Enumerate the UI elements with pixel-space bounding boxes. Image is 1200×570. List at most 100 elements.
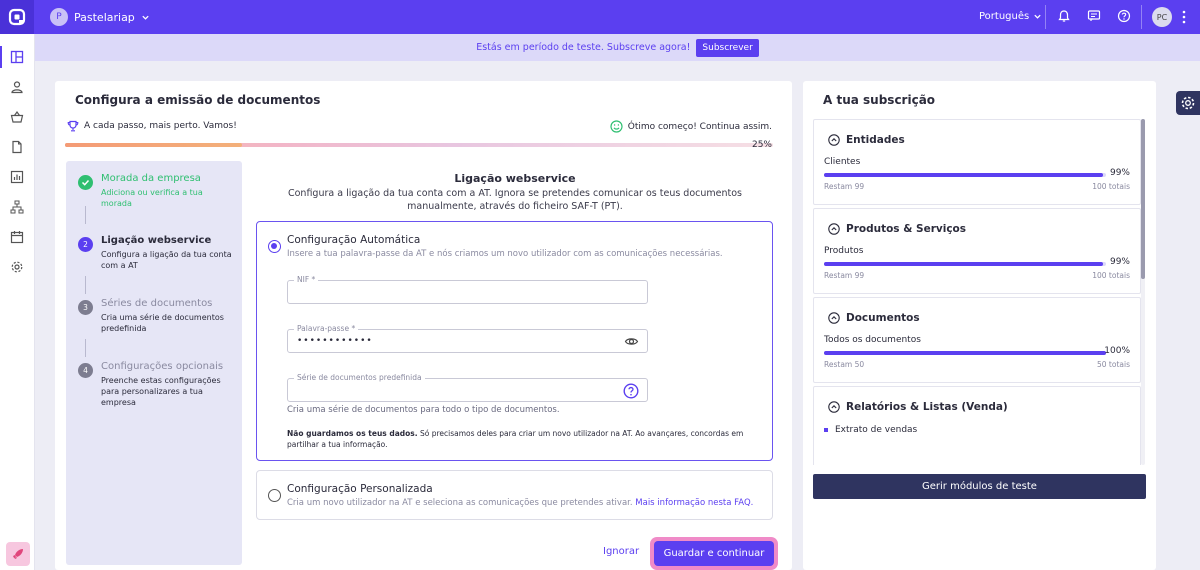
app-logo[interactable] bbox=[0, 0, 34, 34]
chart-icon[interactable] bbox=[10, 170, 24, 184]
chevron-up-circle-icon bbox=[828, 134, 840, 146]
chevron-down-icon bbox=[142, 15, 149, 20]
option-automatic[interactable]: Configuração Automática Insere a tua pal… bbox=[256, 221, 773, 461]
bell-icon[interactable] bbox=[1057, 9, 1073, 25]
step-title: Séries de documentos bbox=[101, 298, 213, 309]
subscription-title: A tua subscrição bbox=[823, 93, 936, 107]
total-text: 50 totais bbox=[1097, 360, 1130, 369]
bullet bbox=[824, 428, 828, 432]
option-title: Configuração Automática bbox=[287, 234, 421, 246]
ignore-button[interactable]: Ignorar bbox=[603, 546, 639, 557]
trial-text: Estás em período de teste. Subscreve ago… bbox=[476, 42, 691, 53]
top-bar: P Pastelariap Português PC bbox=[0, 0, 1200, 34]
section-description: Configura a ligação da tua conta com a A… bbox=[287, 188, 742, 212]
nif-label: NIF * bbox=[294, 275, 319, 284]
usage-bar-fill bbox=[824, 351, 1106, 355]
network-icon[interactable] bbox=[10, 200, 24, 214]
save-button-focus-ring: Guardar e continuar bbox=[650, 537, 778, 570]
usage-percent: 99% bbox=[1109, 168, 1130, 178]
nif-field[interactable]: NIF * bbox=[287, 275, 648, 304]
language-selector[interactable]: Português bbox=[979, 11, 1042, 22]
document-icon[interactable] bbox=[10, 140, 24, 154]
help-icon[interactable] bbox=[1117, 9, 1133, 25]
setup-card: Configura a emissão de documentos A cada… bbox=[55, 81, 792, 570]
radio-automatic[interactable] bbox=[268, 240, 281, 253]
more-menu-icon[interactable] bbox=[1181, 9, 1187, 25]
save-continue-button[interactable]: Guardar e continuar bbox=[654, 541, 774, 566]
step-desc: Configura a ligação da tua conta com a A… bbox=[101, 250, 232, 270]
progress-bar-fill bbox=[65, 143, 242, 147]
subscription-list[interactable]: Entidades Clientes 99% Restam 99 100 tot… bbox=[813, 119, 1143, 465]
chevron-up-circle-icon bbox=[828, 401, 840, 413]
step-title: Morada da empresa bbox=[101, 173, 201, 184]
calendar-icon[interactable] bbox=[10, 230, 24, 244]
step-connector bbox=[85, 276, 86, 294]
subscription-card: A tua subscrição Entidades Clientes 99% … bbox=[803, 81, 1156, 570]
item-header[interactable]: Entidades bbox=[828, 134, 905, 146]
progress-message-left: A cada passo, mais perto. Vamos! bbox=[67, 120, 237, 132]
company-name: Pastelariap bbox=[74, 10, 135, 24]
item-header[interactable]: Produtos & Serviços bbox=[828, 223, 966, 235]
total-text: 100 totais bbox=[1092, 182, 1130, 191]
step-desc: Cria uma série de documentos predefinida bbox=[101, 313, 224, 333]
manage-trial-modules-button[interactable]: Gerir módulos de teste bbox=[813, 474, 1146, 499]
radio-custom[interactable] bbox=[268, 489, 281, 502]
step-number: 2 bbox=[78, 237, 93, 252]
basket-icon[interactable] bbox=[10, 110, 24, 124]
list-item-text: Extrato de vendas bbox=[835, 425, 918, 435]
privacy-bold: Não guardamos os teus dados. bbox=[287, 429, 418, 438]
item-label: Clientes bbox=[824, 157, 861, 167]
scrollbar-thumb[interactable] bbox=[1141, 119, 1145, 279]
faq-link[interactable]: Mais informação nesta FAQ. bbox=[635, 498, 753, 508]
scrollbar[interactable] bbox=[1141, 119, 1145, 465]
usage-bar-fill bbox=[824, 173, 1104, 177]
remaining-text: Restam 50 bbox=[824, 360, 865, 369]
password-value: •••••••••••• bbox=[297, 336, 373, 346]
series-help-text: Cria uma série de documentos para todo o… bbox=[287, 405, 560, 415]
user-icon[interactable] bbox=[10, 80, 24, 94]
item-title: Relatórios & Listas (Venda) bbox=[846, 401, 1008, 413]
user-avatar[interactable]: PC bbox=[1152, 7, 1172, 27]
divider bbox=[1141, 5, 1142, 29]
subscribe-button[interactable]: Subscrever bbox=[696, 38, 759, 57]
chat-icon[interactable] bbox=[1087, 9, 1103, 25]
password-field[interactable]: Palavra-passe * •••••••••••• bbox=[287, 324, 648, 353]
setup-steps: Morada da empresa Adiciona ou verifica a… bbox=[66, 161, 242, 565]
step-number: 4 bbox=[78, 363, 93, 378]
option-desc-text: Cria um novo utilizador na AT e selecion… bbox=[287, 498, 636, 508]
item-header[interactable]: Relatórios & Listas (Venda) bbox=[828, 401, 1008, 413]
remaining-text: Restam 99 bbox=[824, 182, 865, 191]
option-desc: Insere a tua palavra-passe da AT e nós c… bbox=[287, 249, 723, 259]
privacy-note: Não guardamos os teus dados. Só precisam… bbox=[287, 428, 767, 450]
list-item: Extrato de vendas bbox=[824, 425, 917, 435]
password-label: Palavra-passe * bbox=[294, 324, 359, 333]
company-avatar: P bbox=[50, 8, 68, 26]
usage-bar-fill bbox=[824, 262, 1104, 266]
item-header[interactable]: Documentos bbox=[828, 312, 920, 324]
rocket-icon[interactable] bbox=[6, 542, 30, 566]
option-custom[interactable]: Configuração Personalizada Cria um novo … bbox=[256, 470, 773, 520]
usage-percent: 100% bbox=[1104, 346, 1130, 356]
progress-bar bbox=[65, 143, 773, 147]
chevron-down-icon bbox=[1034, 14, 1041, 19]
section-title: Ligação webservice bbox=[454, 172, 576, 185]
subscription-item-reports: Relatórios & Listas (Venda) Extrato de v… bbox=[813, 386, 1141, 465]
setup-title: Configura a emissão de documentos bbox=[75, 93, 321, 107]
settings-gear-icon[interactable] bbox=[1176, 91, 1200, 115]
subscription-item-documents: Documentos Todos os documentos 100% Rest… bbox=[813, 297, 1141, 383]
question-icon[interactable] bbox=[623, 383, 639, 399]
step-desc: Adiciona ou verifica a tua morada bbox=[101, 188, 203, 208]
settings-icon[interactable] bbox=[10, 260, 24, 274]
smile-icon bbox=[610, 120, 623, 133]
option-desc: Cria um novo utilizador na AT e selecion… bbox=[287, 498, 753, 508]
usage-percent: 99% bbox=[1109, 257, 1130, 267]
company-selector[interactable]: P Pastelariap bbox=[50, 8, 150, 26]
step-title: Configurações opcionais bbox=[101, 361, 224, 372]
option-title: Configuração Personalizada bbox=[287, 483, 433, 495]
series-field[interactable]: Série de documentos predefinida bbox=[287, 373, 648, 402]
eye-icon[interactable] bbox=[624, 334, 639, 349]
progress-left-text: A cada passo, mais perto. Vamos! bbox=[84, 121, 237, 131]
dashboard-icon[interactable] bbox=[10, 50, 24, 64]
item-title: Entidades bbox=[846, 134, 905, 146]
step-connector bbox=[85, 339, 86, 357]
